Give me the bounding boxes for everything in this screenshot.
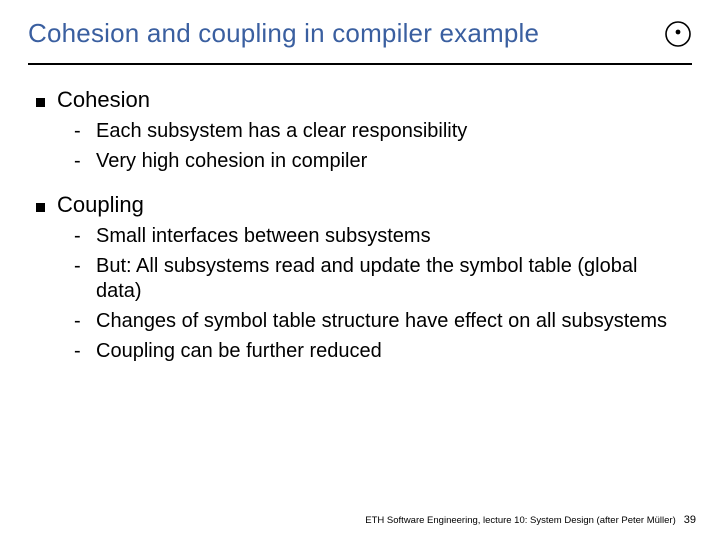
- footer: ETH Software Engineering, lecture 10: Sy…: [365, 514, 696, 526]
- dash-icon: -: [74, 150, 86, 173]
- sub-text: Changes of symbol table structure have e…: [96, 309, 667, 335]
- list-item: - Each subsystem has a clear responsibil…: [74, 119, 692, 145]
- sub-text: Each subsystem has a clear responsibilit…: [96, 119, 467, 145]
- sub-text: Very high cohesion in compiler: [96, 149, 367, 175]
- bullet-icon: [36, 203, 45, 212]
- bullet-cohesion: Cohesion: [36, 87, 692, 113]
- list-item: - But: All subsystems read and update th…: [74, 254, 692, 305]
- sub-text: But: All subsystems read and update the …: [96, 254, 686, 305]
- list-item: - Small interfaces between subsystems: [74, 224, 692, 250]
- slide: Cohesion and coupling in compiler exampl…: [0, 0, 720, 540]
- bullet-label: Cohesion: [57, 87, 150, 113]
- dash-icon: -: [74, 255, 86, 278]
- list-item: - Changes of symbol table structure have…: [74, 309, 692, 335]
- page-number: 39: [684, 514, 696, 526]
- dash-icon: -: [74, 340, 86, 363]
- header: Cohesion and coupling in compiler exampl…: [28, 18, 692, 49]
- content: Cohesion - Each subsystem has a clear re…: [28, 87, 692, 364]
- eth-logo-icon: [664, 20, 692, 48]
- list-item: - Very high cohesion in compiler: [74, 149, 692, 175]
- sub-list-coupling: - Small interfaces between subsystems - …: [74, 224, 692, 364]
- slide-title: Cohesion and coupling in compiler exampl…: [28, 18, 539, 49]
- dash-icon: -: [74, 120, 86, 143]
- sub-text: Small interfaces between subsystems: [96, 224, 431, 250]
- bullet-coupling: Coupling: [36, 192, 692, 218]
- bullet-icon: [36, 98, 45, 107]
- bullet-label: Coupling: [57, 192, 144, 218]
- footer-text: ETH Software Engineering, lecture 10: Sy…: [365, 515, 675, 526]
- list-item: - Coupling can be further reduced: [74, 339, 692, 365]
- dash-icon: -: [74, 310, 86, 333]
- header-rule: [28, 63, 692, 65]
- dash-icon: -: [74, 225, 86, 248]
- sub-list-cohesion: - Each subsystem has a clear responsibil…: [74, 119, 692, 174]
- sub-text: Coupling can be further reduced: [96, 339, 382, 365]
